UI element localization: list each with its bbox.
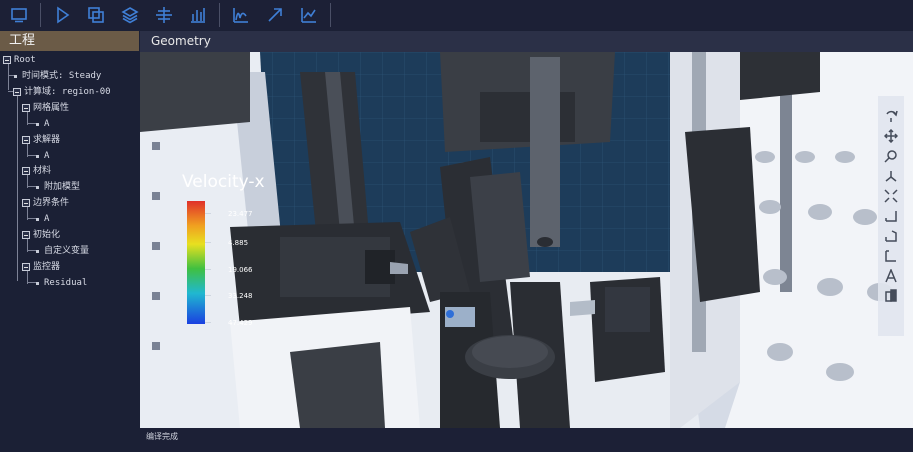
tree-node-additional-model[interactable]: 附加模型 bbox=[36, 180, 80, 194]
tree-node-mesh[interactable]: 网格属性 bbox=[22, 101, 69, 115]
tree-node-init[interactable]: 初始化 bbox=[22, 228, 60, 242]
tree-connector bbox=[8, 64, 9, 90]
project-panel-title: 工程 bbox=[0, 31, 139, 51]
project-panel: 工程 Root 时间模式: Steady 计算域: region-00 网格属性… bbox=[0, 31, 139, 452]
leaf-icon bbox=[36, 249, 39, 253]
leaf-icon bbox=[36, 185, 39, 189]
collapse-icon[interactable] bbox=[13, 88, 21, 96]
view-front-icon[interactable] bbox=[881, 206, 901, 226]
tree-node-solver[interactable]: 求解器 bbox=[22, 133, 60, 147]
tree-node-boundary[interactable]: 边界条件 bbox=[22, 196, 69, 210]
color-scale-bar bbox=[187, 201, 205, 324]
leaf-icon bbox=[36, 154, 39, 158]
clip-plane-icon[interactable] bbox=[881, 286, 901, 306]
legend-tick bbox=[205, 242, 211, 243]
collapse-icon[interactable] bbox=[3, 56, 11, 64]
view-tool-palette bbox=[878, 96, 904, 336]
zoom-icon[interactable] bbox=[881, 146, 901, 166]
collapse-icon[interactable] bbox=[22, 231, 30, 239]
toolbar-divider bbox=[330, 3, 331, 27]
tree-node-custom-variable[interactable]: 自定义变量 bbox=[36, 244, 89, 258]
toolbar-divider bbox=[219, 3, 220, 27]
legend-tick bbox=[205, 322, 211, 323]
legend-tick bbox=[205, 295, 211, 296]
legend-tick bbox=[205, 213, 211, 214]
collapse-icon[interactable] bbox=[22, 136, 30, 144]
layers-icon[interactable] bbox=[118, 3, 142, 27]
text-annotation-icon[interactable] bbox=[881, 266, 901, 286]
toolbar-divider bbox=[40, 3, 41, 27]
tree-node-root[interactable]: Root bbox=[3, 53, 36, 67]
pan-icon[interactable] bbox=[881, 126, 901, 146]
bar-chart-icon[interactable] bbox=[186, 3, 210, 27]
fit-view-icon[interactable] bbox=[881, 186, 901, 206]
align-icon[interactable] bbox=[152, 3, 176, 27]
legend-tick bbox=[205, 269, 211, 270]
arrow-icon[interactable] bbox=[263, 3, 287, 27]
status-bar: 编译完成 bbox=[140, 428, 913, 452]
leaf-icon bbox=[36, 217, 39, 221]
collapse-icon[interactable] bbox=[22, 263, 30, 271]
tree-node-material[interactable]: 材料 bbox=[22, 164, 51, 178]
toolbar bbox=[0, 0, 913, 30]
view-side-icon[interactable] bbox=[881, 226, 901, 246]
tree-node-mesh-a[interactable]: A bbox=[36, 117, 49, 131]
collapse-icon[interactable] bbox=[22, 104, 30, 112]
tree-node-time-mode[interactable]: 时间模式: Steady bbox=[14, 69, 101, 83]
tree-node-boundary-a[interactable]: A bbox=[36, 212, 49, 226]
axes-icon[interactable] bbox=[881, 166, 901, 186]
legend-label: 19.066 bbox=[228, 266, 253, 274]
rotate-icon[interactable] bbox=[881, 106, 901, 126]
leaf-icon bbox=[14, 74, 17, 78]
3d-viewport[interactable]: Velocity-x 23.477 4.885 19.066 33.248 47… bbox=[140, 52, 913, 428]
collapse-icon[interactable] bbox=[22, 199, 30, 207]
tree-connector bbox=[17, 95, 18, 281]
tree-node-monitor[interactable]: 监控器 bbox=[22, 260, 60, 274]
leaf-icon bbox=[36, 281, 39, 285]
monitor-icon[interactable] bbox=[7, 3, 31, 27]
viewport-title: Geometry bbox=[140, 31, 913, 52]
play-icon[interactable] bbox=[50, 3, 74, 27]
app-window: 工程 Root 时间模式: Steady 计算域: region-00 网格属性… bbox=[0, 0, 913, 452]
scene-render bbox=[140, 52, 913, 428]
view-top-icon[interactable] bbox=[881, 246, 901, 266]
copy-icon[interactable] bbox=[84, 3, 108, 27]
line-chart-icon[interactable] bbox=[297, 3, 321, 27]
collapse-icon[interactable] bbox=[22, 167, 30, 175]
tree-node-region[interactable]: 计算域: region-00 bbox=[13, 85, 111, 99]
tree-node-solver-a[interactable]: A bbox=[36, 149, 49, 163]
curve-icon[interactable] bbox=[229, 3, 253, 27]
legend-label: 47.429 bbox=[228, 319, 253, 327]
tree-node-residual[interactable]: Residual bbox=[36, 276, 87, 290]
legend-label: 33.248 bbox=[228, 292, 253, 300]
legend-title: Velocity-x bbox=[182, 172, 265, 192]
legend-label: 23.477 bbox=[228, 210, 253, 218]
legend-label: 4.885 bbox=[228, 239, 249, 247]
leaf-icon bbox=[36, 122, 39, 126]
